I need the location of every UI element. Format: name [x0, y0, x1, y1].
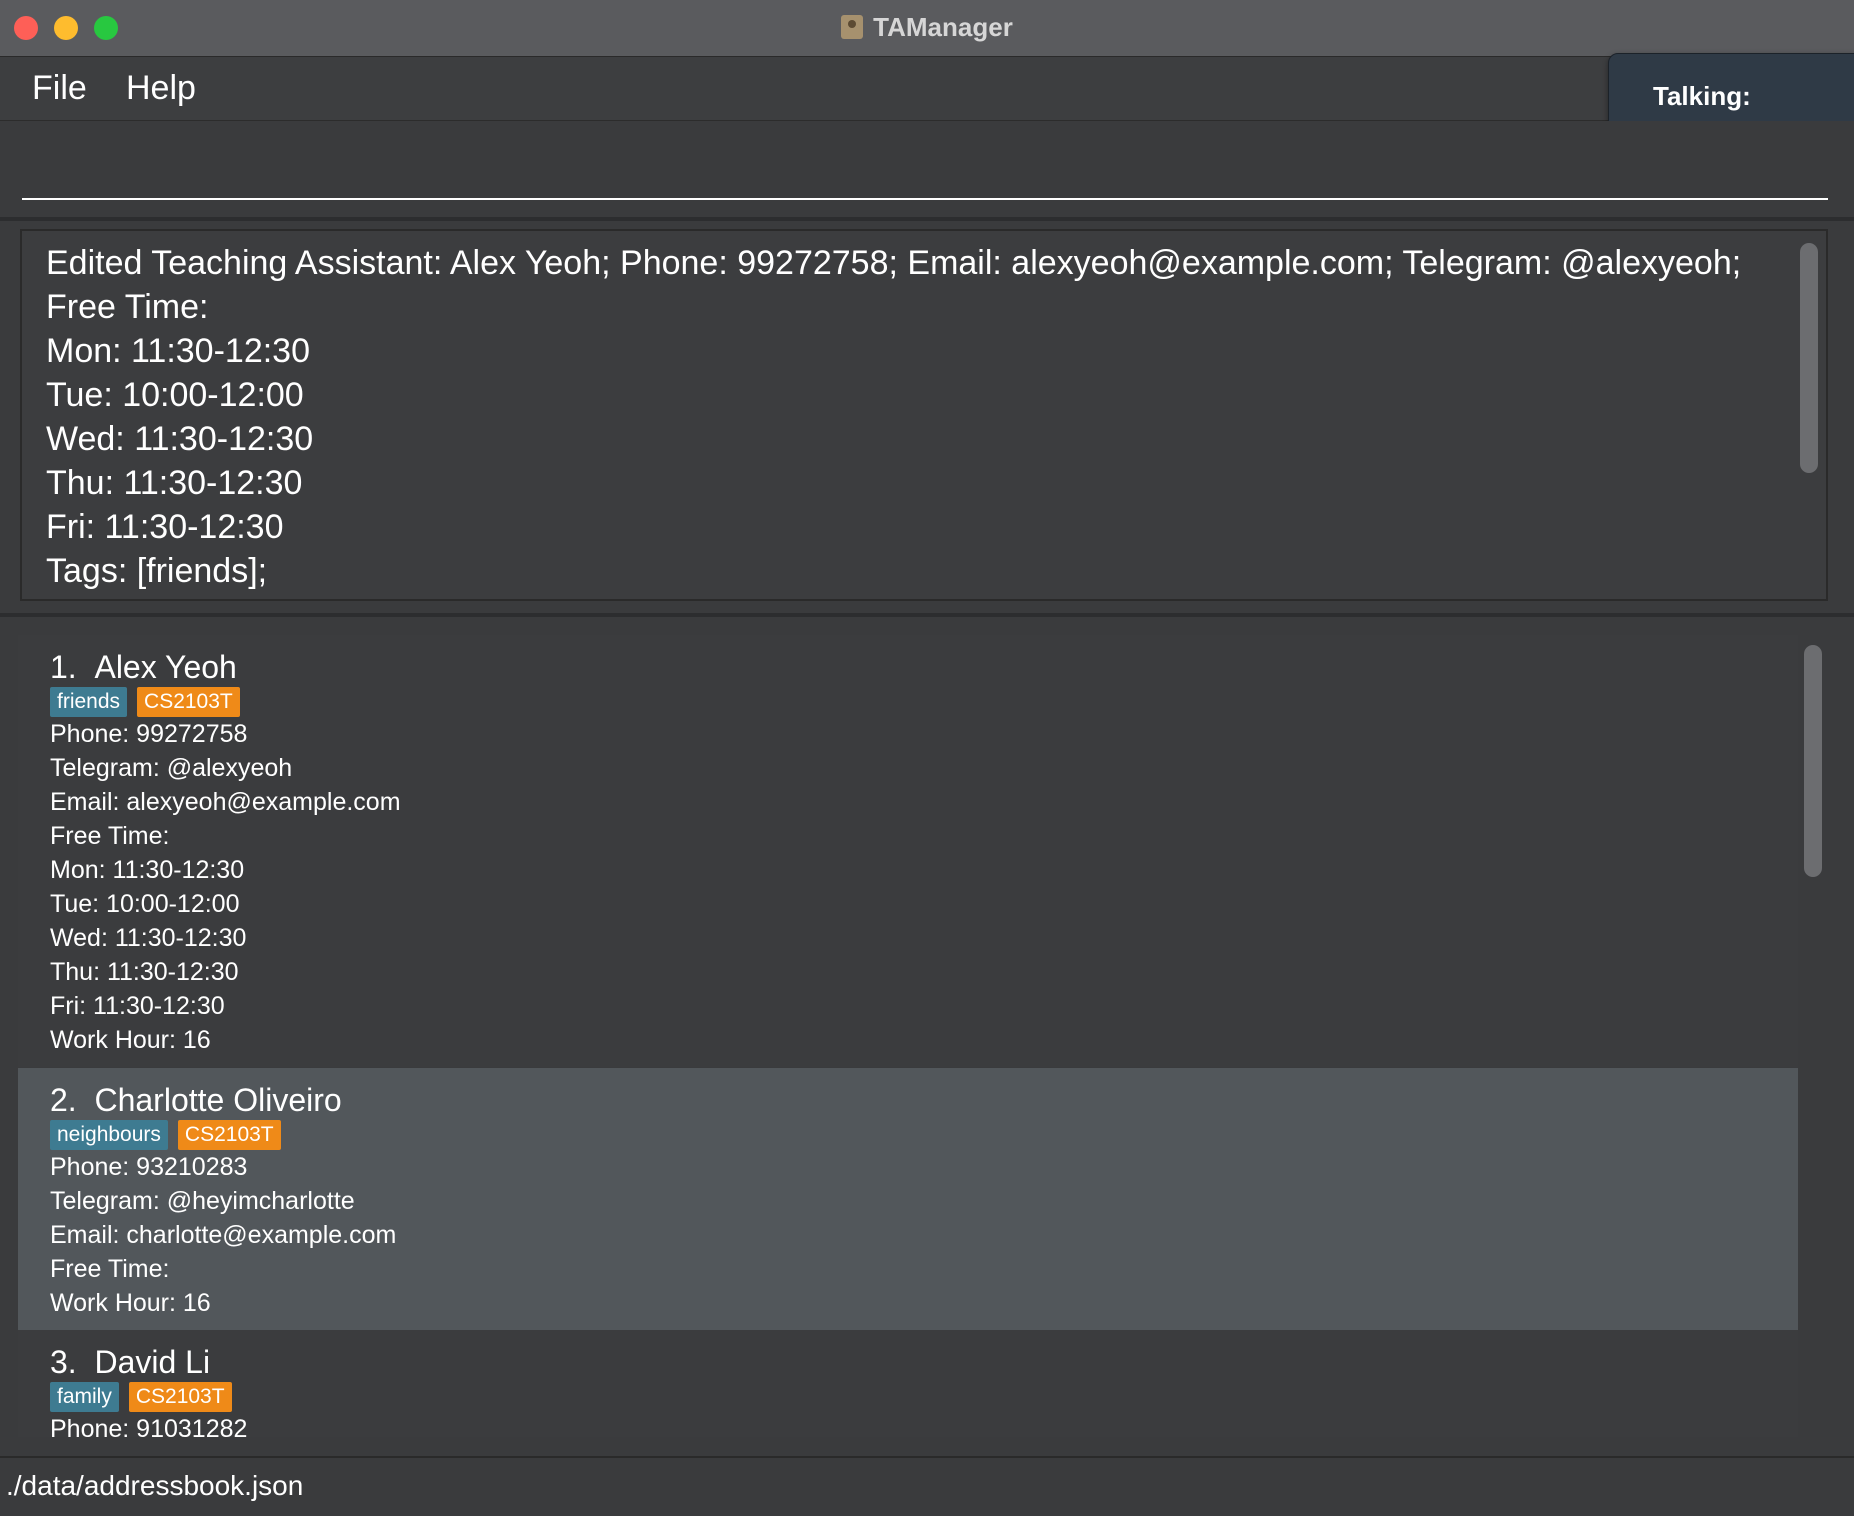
ta-index: 2. — [50, 1082, 77, 1118]
title-bar: TAManager — [0, 0, 1854, 57]
ta-work-hour: Work Hour: 16 — [50, 1289, 211, 1317]
window-title-wrap: TAManager — [0, 12, 1854, 43]
ta-card-selected[interactable]: 2. Charlotte Oliveiro neighbours CS2103T … — [18, 1068, 1798, 1330]
tag: friends — [50, 687, 128, 717]
status-file-path: ./data/addressbook.json — [6, 1470, 304, 1501]
ta-name: 1. Alex Yeoh — [50, 649, 237, 686]
result-text: Edited Teaching Assistant: Alex Yeoh; Ph… — [46, 241, 1741, 593]
ta-card[interactable]: 3. David Li family CS2103T Phone: 9103128… — [18, 1330, 1798, 1437]
ta-name-text: Alex Yeoh — [94, 649, 237, 685]
tag: neighbours — [50, 1120, 168, 1150]
tag: CS2103T — [177, 1120, 281, 1150]
menu-file[interactable]: File — [32, 69, 87, 108]
divider — [0, 217, 1854, 221]
list-scrollbar[interactable] — [1804, 645, 1822, 877]
divider — [0, 613, 1854, 617]
ta-name: 2. Charlotte Oliveiro — [50, 1082, 342, 1119]
ta-phone: Phone: 93210283 — [50, 1153, 248, 1181]
ta-free-time-slot: Thu: 11:30-12:30 — [50, 958, 239, 986]
result-scrollbar[interactable] — [1800, 243, 1818, 473]
ta-free-time-slot: Wed: 11:30-12:30 — [50, 924, 247, 952]
result-line: Edited Teaching Assistant: Alex Yeoh; Ph… — [46, 244, 1742, 282]
ta-fields: Phone: 93210283 Telegram: @heyimcharlott… — [50, 1150, 396, 1320]
menu-help[interactable]: Help — [126, 69, 196, 108]
tag: CS2103T — [137, 687, 240, 717]
ta-email: Email: charlotte@example.com — [50, 1221, 397, 1249]
menu-bar: File Help — [0, 57, 1854, 121]
result-line: Mon: 11:30-12:30 — [46, 332, 310, 370]
ta-free-time-label: Free Time: — [50, 1255, 170, 1283]
result-line: Wed: 11:30-12:30 — [46, 420, 314, 458]
tag-list: friends CS2103T — [50, 687, 250, 717]
window-title: TAManager — [873, 12, 1013, 42]
tag: family — [50, 1382, 119, 1412]
tag-list: family CS2103T — [50, 1382, 242, 1412]
result-line: Thu: 11:30-12:30 — [46, 464, 303, 502]
ta-fields: Phone: 99272758 Telegram: @alexyeoh Emai… — [50, 717, 401, 1057]
result-line: Fri: 11:30-12:30 — [46, 508, 284, 546]
ta-fields: Phone: 91031282 — [50, 1412, 247, 1437]
ta-name-text: David Li — [94, 1344, 211, 1380]
ta-phone: Phone: 91031282 — [50, 1415, 248, 1437]
command-input[interactable] — [22, 140, 1828, 200]
ta-index: 3. — [50, 1344, 77, 1380]
result-line: Tags: [friends]; — [46, 552, 268, 590]
ta-index: 1. — [50, 649, 77, 685]
ta-phone: Phone: 99272758 — [50, 720, 248, 748]
ta-telegram: Telegram: @heyimcharlotte — [50, 1187, 355, 1215]
ta-free-time-label: Free Time: — [50, 822, 170, 850]
ta-free-time-slot: Tue: 10:00-12:00 — [50, 890, 240, 918]
ta-work-hour: Work Hour: 16 — [50, 1026, 211, 1054]
result-display[interactable]: Edited Teaching Assistant: Alex Yeoh; Ph… — [20, 229, 1828, 601]
tag: CS2103T — [128, 1382, 232, 1412]
talking-label: Talking: — [1653, 81, 1751, 111]
result-line: Tue: 10:00-12:00 — [46, 376, 304, 414]
ta-name: 3. David Li — [50, 1344, 210, 1381]
result-line: Free Time: — [46, 288, 209, 326]
tag-list: neighbours CS2103T — [50, 1120, 291, 1150]
ta-telegram: Telegram: @alexyeoh — [50, 754, 293, 782]
status-bar: ./data/addressbook.json — [0, 1456, 1854, 1516]
ta-free-time-slot: Fri: 11:30-12:30 — [50, 992, 225, 1020]
ta-free-time-slot: Mon: 11:30-12:30 — [50, 856, 245, 884]
ta-name-text: Charlotte Oliveiro — [94, 1082, 342, 1118]
ta-email: Email: alexyeoh@example.com — [50, 788, 401, 816]
ta-list[interactable]: 1. Alex Yeoh friends CS2103T Phone: 99272… — [18, 635, 1798, 1437]
app-icon — [841, 15, 864, 39]
ta-card[interactable]: 1. Alex Yeoh friends CS2103T Phone: 99272… — [18, 635, 1798, 1067]
